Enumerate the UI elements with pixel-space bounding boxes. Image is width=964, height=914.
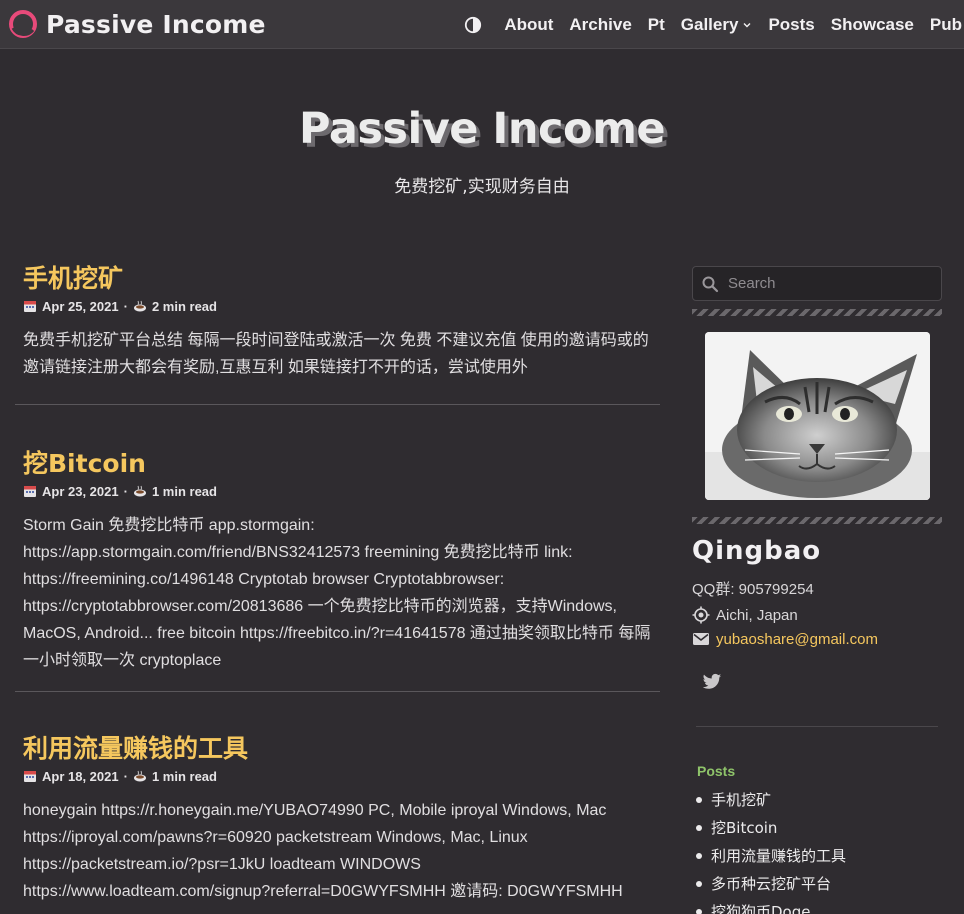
meta-separator: · bbox=[123, 298, 128, 314]
nav-posts[interactable]: Posts bbox=[768, 15, 814, 35]
nav-label: Pub bbox=[929, 14, 962, 34]
nav-label: Pt bbox=[647, 14, 665, 34]
post-meta: Apr 18, 2021 · 1 min read bbox=[23, 766, 652, 786]
post-excerpt: 免费手机挖矿平台总结 每隔一段时间登陆或激活一次 免费 不建议充值 使用的邀请码… bbox=[23, 332, 649, 376]
sidebar-divider bbox=[696, 726, 938, 727]
meta-separator: · bbox=[123, 768, 128, 784]
post-list: 手机挖矿 Apr 25, 2021 · 2 min read 免费手机挖矿平台总… bbox=[15, 262, 660, 914]
post-item: 挖Bitcoin Apr 23, 2021 · 1 min read Storm… bbox=[15, 405, 660, 692]
post-excerpt: honeygain https://r.honeygain.me/YUBAO74… bbox=[23, 802, 623, 900]
post-title-link[interactable]: 挖Bitcoin bbox=[23, 447, 652, 481]
sidebar-post-link[interactable]: 多币种云挖矿平台 bbox=[696, 870, 846, 898]
brand-link[interactable]: Passive Income bbox=[7, 0, 266, 49]
post-meta: Apr 25, 2021 · 2 min read bbox=[23, 296, 652, 316]
post-date: Apr 25, 2021 bbox=[42, 298, 119, 314]
nav-pub[interactable]: Pub bbox=[930, 15, 962, 35]
nav-label: Posts bbox=[768, 14, 815, 34]
post-date: Apr 18, 2021 bbox=[42, 768, 119, 784]
coffee-cup-icon bbox=[133, 485, 146, 497]
search-icon bbox=[702, 276, 719, 292]
twitter-icon[interactable] bbox=[702, 673, 722, 691]
nav-menu: About Archive Pt Gallery Posts Showcase … bbox=[464, 0, 964, 49]
author-name: Qingbao bbox=[692, 536, 822, 566]
nav-about[interactable]: About bbox=[504, 15, 553, 35]
location-text: Aichi, Japan bbox=[716, 606, 798, 624]
decorative-stripe-divider bbox=[692, 309, 942, 316]
nav-label: Showcase bbox=[830, 14, 914, 34]
post-meta: Apr 23, 2021 · 1 min read bbox=[23, 481, 652, 501]
post-title-link[interactable]: 利用流量赚钱的工具 bbox=[23, 732, 652, 766]
location-target-icon bbox=[692, 606, 710, 624]
hero-subtitle: 免费挖矿,实现财务自由 bbox=[394, 177, 570, 197]
decorative-stripe-divider bbox=[692, 517, 942, 524]
search-placeholder: Search bbox=[728, 275, 776, 292]
mail-icon bbox=[693, 633, 709, 645]
post-read-time: 2 min read bbox=[151, 298, 217, 314]
hero-title: Passive Income bbox=[298, 104, 666, 154]
half-circle-contrast-icon[interactable] bbox=[464, 16, 482, 34]
email-link[interactable]: yubaoshare@gmail.com bbox=[716, 631, 878, 648]
nav-pt[interactable]: Pt bbox=[648, 15, 665, 35]
nav-label: Gallery bbox=[680, 14, 739, 34]
calendar-icon bbox=[24, 301, 36, 312]
nav-archive[interactable]: Archive bbox=[569, 15, 631, 35]
nav-label: About bbox=[504, 14, 554, 34]
post-item: 利用流量赚钱的工具 Apr 18, 2021 · 1 min read hone… bbox=[15, 692, 660, 914]
sidebar-post-link[interactable]: 手机挖矿 bbox=[696, 786, 846, 814]
sidebar-posts-list: 手机挖矿 挖Bitcoin 利用流量赚钱的工具 多币种云挖矿平台 挖狗狗币Dog… bbox=[696, 786, 846, 914]
nav-label: Archive bbox=[569, 14, 632, 34]
author-email: yubaoshare@gmail.com bbox=[692, 630, 878, 648]
site-title[interactable]: Passive Income bbox=[46, 10, 266, 39]
sidebar-posts-heading: Posts bbox=[697, 763, 736, 779]
nav-showcase[interactable]: Showcase bbox=[831, 15, 914, 35]
post-title-link[interactable]: 手机挖矿 bbox=[23, 262, 652, 296]
post-read-time: 1 min read bbox=[151, 483, 217, 499]
nav-gallery-dropdown[interactable]: Gallery bbox=[681, 15, 753, 35]
post-item: 手机挖矿 Apr 25, 2021 · 2 min read 免费手机挖矿平台总… bbox=[15, 262, 660, 405]
cat-photo-illustration bbox=[705, 332, 930, 500]
sidebar-post-link[interactable]: 挖狗狗币Doge bbox=[696, 898, 846, 914]
top-navbar: Passive Income About Archive Pt Gallery … bbox=[0, 0, 964, 49]
calendar-icon bbox=[24, 771, 36, 782]
author-avatar bbox=[705, 332, 930, 500]
post-excerpt: Storm Gain 免费挖比特币 app.stormgain: https:/… bbox=[23, 517, 651, 669]
coffee-cup-icon bbox=[133, 300, 146, 312]
author-location: Aichi, Japan bbox=[692, 606, 798, 624]
search-input[interactable]: Search bbox=[692, 266, 942, 301]
meta-separator: · bbox=[123, 483, 128, 499]
sidebar-post-link[interactable]: 利用流量赚钱的工具 bbox=[696, 842, 846, 870]
author-qq-group: QQ群: 905799254 bbox=[692, 581, 814, 598]
chevron-down-icon bbox=[743, 22, 751, 27]
calendar-icon bbox=[24, 486, 36, 497]
coffee-cup-icon bbox=[133, 770, 146, 782]
ring-logo-icon bbox=[9, 10, 37, 38]
post-date: Apr 23, 2021 bbox=[42, 483, 119, 499]
sidebar-post-link[interactable]: 挖Bitcoin bbox=[696, 814, 846, 842]
post-read-time: 1 min read bbox=[151, 768, 217, 784]
